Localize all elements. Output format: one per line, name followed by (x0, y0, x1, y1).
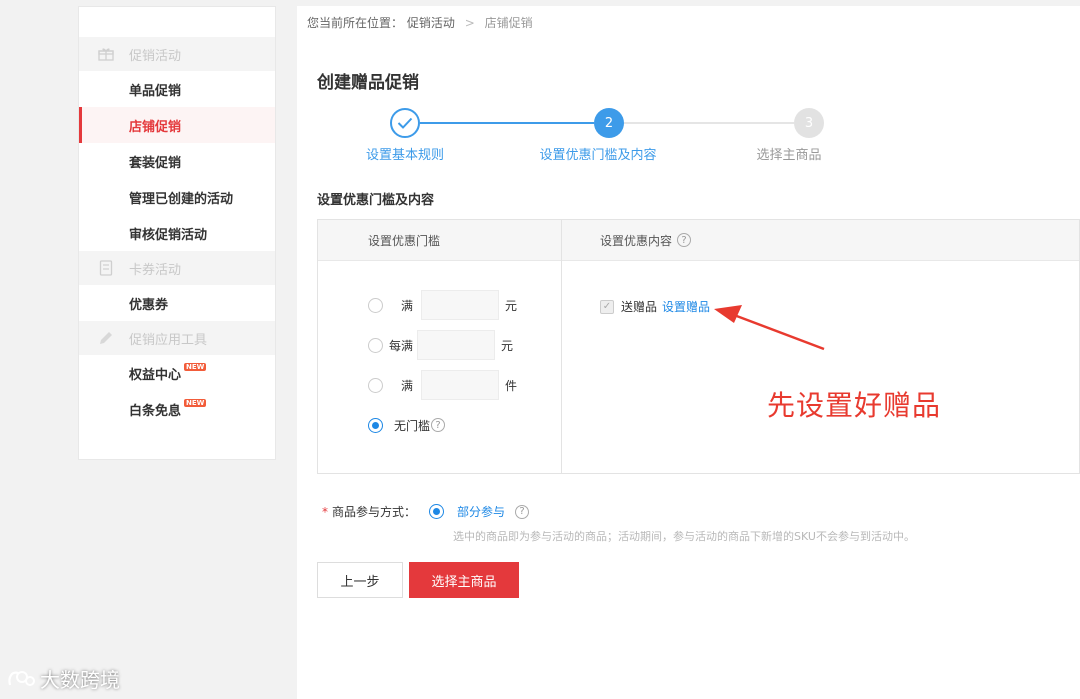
sidebar-item-single-promo[interactable]: 单品促销 (79, 71, 275, 107)
step-3-label: 选择主商品 (756, 148, 822, 163)
sidebar-item-review-promos[interactable]: 审核促销活动 (79, 215, 275, 251)
prev-step-button[interactable]: 上一步 (317, 562, 403, 598)
sidebar-group-label: 卡券活动 (129, 262, 182, 278)
gift-checkbox-label: 送赠品 (621, 300, 658, 314)
sidebar-top-spacer (79, 7, 275, 37)
sidebar-item-label: 审核促销活动 (129, 227, 208, 243)
threshold-radio-amount[interactable] (368, 297, 383, 313)
watermark-logo-icon (8, 670, 35, 686)
annotation-text: 先设置好赠品 (767, 389, 942, 422)
participation-radio-partial[interactable] (429, 504, 445, 519)
sidebar-item-manage-activities[interactable]: 管理已创建的活动 (79, 179, 275, 215)
gift-checkbox[interactable]: ✓ (600, 299, 614, 314)
sidebar-group-label: 促销活动 (129, 48, 182, 64)
threshold-header: 设置优惠门槛 (318, 220, 561, 261)
participation-option-label: 部分参与 (457, 505, 506, 519)
set-gift-link[interactable]: 设置赠品 (662, 298, 710, 315)
step-progress: 2 3 设置基本规则 设置优惠门槛及内容 选择主商品 (317, 106, 877, 166)
threshold-radio-none[interactable] (368, 417, 383, 433)
sidebar-item-label: 管理已创建的活动 (129, 191, 234, 207)
sidebar-item-label: 白条免息 (129, 403, 182, 419)
sidebar-item-label: 店铺促销 (129, 119, 182, 135)
breadcrumb-current: 店铺促销 (484, 16, 533, 30)
sidebar-item-benefits-center[interactable]: 权益中心 NEW (79, 355, 275, 391)
threshold-row-quantity: 满 件 (368, 370, 517, 400)
threshold-prefix: 无门槛 (394, 418, 431, 433)
threshold-radio-every[interactable] (368, 337, 383, 353)
threshold-quantity-input[interactable] (421, 370, 500, 400)
select-main-product-button[interactable]: 选择主商品 (409, 562, 519, 598)
sidebar-group-promotions: 促销活动 (79, 37, 275, 71)
threshold-suffix: 元 (505, 298, 518, 313)
threshold-row-every: 每满 元 (368, 330, 513, 360)
gift-option-row: ✓ 送赠品 设置赠品 (600, 298, 710, 315)
help-question-icon[interactable]: ? (515, 504, 530, 519)
step-1-done-check-icon (390, 108, 420, 138)
new-badge: NEW (184, 399, 207, 407)
pencil-icon (97, 330, 115, 346)
step-3-circle: 3 (794, 108, 824, 138)
section-title: 设置优惠门槛及内容 (317, 193, 435, 208)
participation-label: 商品参与方式： (332, 505, 417, 519)
new-badge: NEW (184, 363, 207, 371)
sidebar-item-baitiao-interest-free[interactable]: 白条免息 NEW (79, 391, 275, 427)
gift-box-icon (97, 46, 115, 62)
sidebar-item-coupons[interactable]: 优惠券 (79, 285, 275, 321)
threshold-amount-input[interactable] (421, 290, 500, 320)
sidebar-item-label: 单品促销 (129, 83, 182, 99)
threshold-row-amount: 满 元 (368, 290, 517, 320)
sidebar-item-bundle-promo[interactable]: 套装促销 (79, 143, 275, 179)
threshold-every-input[interactable] (417, 330, 496, 360)
threshold-suffix: 元 (501, 338, 514, 353)
sidebar-item-label: 优惠券 (129, 297, 169, 313)
threshold-suffix: 件 (505, 378, 518, 393)
page-title: 创建赠品促销 (317, 73, 419, 93)
chevron-right-icon: > (464, 16, 475, 30)
sidebar-item-store-promo[interactable]: 店铺促销 (79, 107, 275, 143)
breadcrumb-link-promotions[interactable]: 促销活动 (407, 16, 455, 30)
step-2-label: 设置优惠门槛及内容 (539, 148, 657, 163)
sidebar-group-coupons: 卡券活动 (79, 251, 275, 285)
help-question-icon[interactable]: ? (431, 418, 446, 432)
red-arrow-icon (714, 305, 825, 351)
sidebar-group-label: 促销应用工具 (129, 332, 208, 348)
step-connector (624, 122, 794, 124)
watermark: 大数跨境 (6, 664, 120, 693)
sidebar-item-label: 权益中心 (129, 367, 182, 383)
threshold-radio-quantity[interactable] (368, 377, 383, 393)
breadcrumb-prefix: 您当前所在位置： (307, 16, 404, 30)
threshold-row-none: 无门槛 ? (368, 410, 446, 440)
sidebar: 促销活动 单品促销 店铺促销 套装促销 管理已创建的活动 审核促销活动 卡券活动… (78, 6, 276, 460)
threshold-column: 设置优惠门槛 满 元 每满 元 满 件 无门槛 ? (318, 220, 562, 473)
breadcrumb: 您当前所在位置： 促销活动 > 店铺促销 (307, 14, 533, 31)
step-1-label: 设置基本规则 (365, 148, 445, 163)
threshold-prefix: 满 (401, 298, 414, 313)
threshold-prefix: 每满 (389, 338, 414, 353)
threshold-content-panel: 设置优惠门槛 满 元 每满 元 满 件 无门槛 ? 设置优惠内容 ? ✓ 送赠品… (317, 219, 1080, 474)
watermark-text: 大数跨境 (40, 668, 120, 692)
sidebar-item-label: 套装促销 (129, 155, 182, 171)
content-header: 设置优惠内容 ? (562, 220, 1079, 261)
participation-row: * 商品参与方式： 部分参与 ? (322, 503, 530, 520)
threshold-prefix: 满 (401, 378, 414, 393)
step-2-circle: 2 (594, 108, 624, 138)
participation-note: 选中的商品即为参与活动的商品；活动期间，参与活动的商品下新增的SKU不会参与到活… (453, 530, 915, 543)
content-header-label: 设置优惠内容 (600, 233, 673, 248)
step-connector (420, 122, 594, 124)
required-mark: * (322, 504, 328, 519)
threshold-header-label: 设置优惠门槛 (368, 233, 441, 248)
sidebar-group-tools: 促销应用工具 (79, 321, 275, 355)
coupon-card-icon (97, 260, 115, 276)
help-question-icon[interactable]: ? (677, 233, 692, 247)
main-content: 您当前所在位置： 促销活动 > 店铺促销 创建赠品促销 2 3 设置基本规则 设… (297, 6, 1080, 699)
